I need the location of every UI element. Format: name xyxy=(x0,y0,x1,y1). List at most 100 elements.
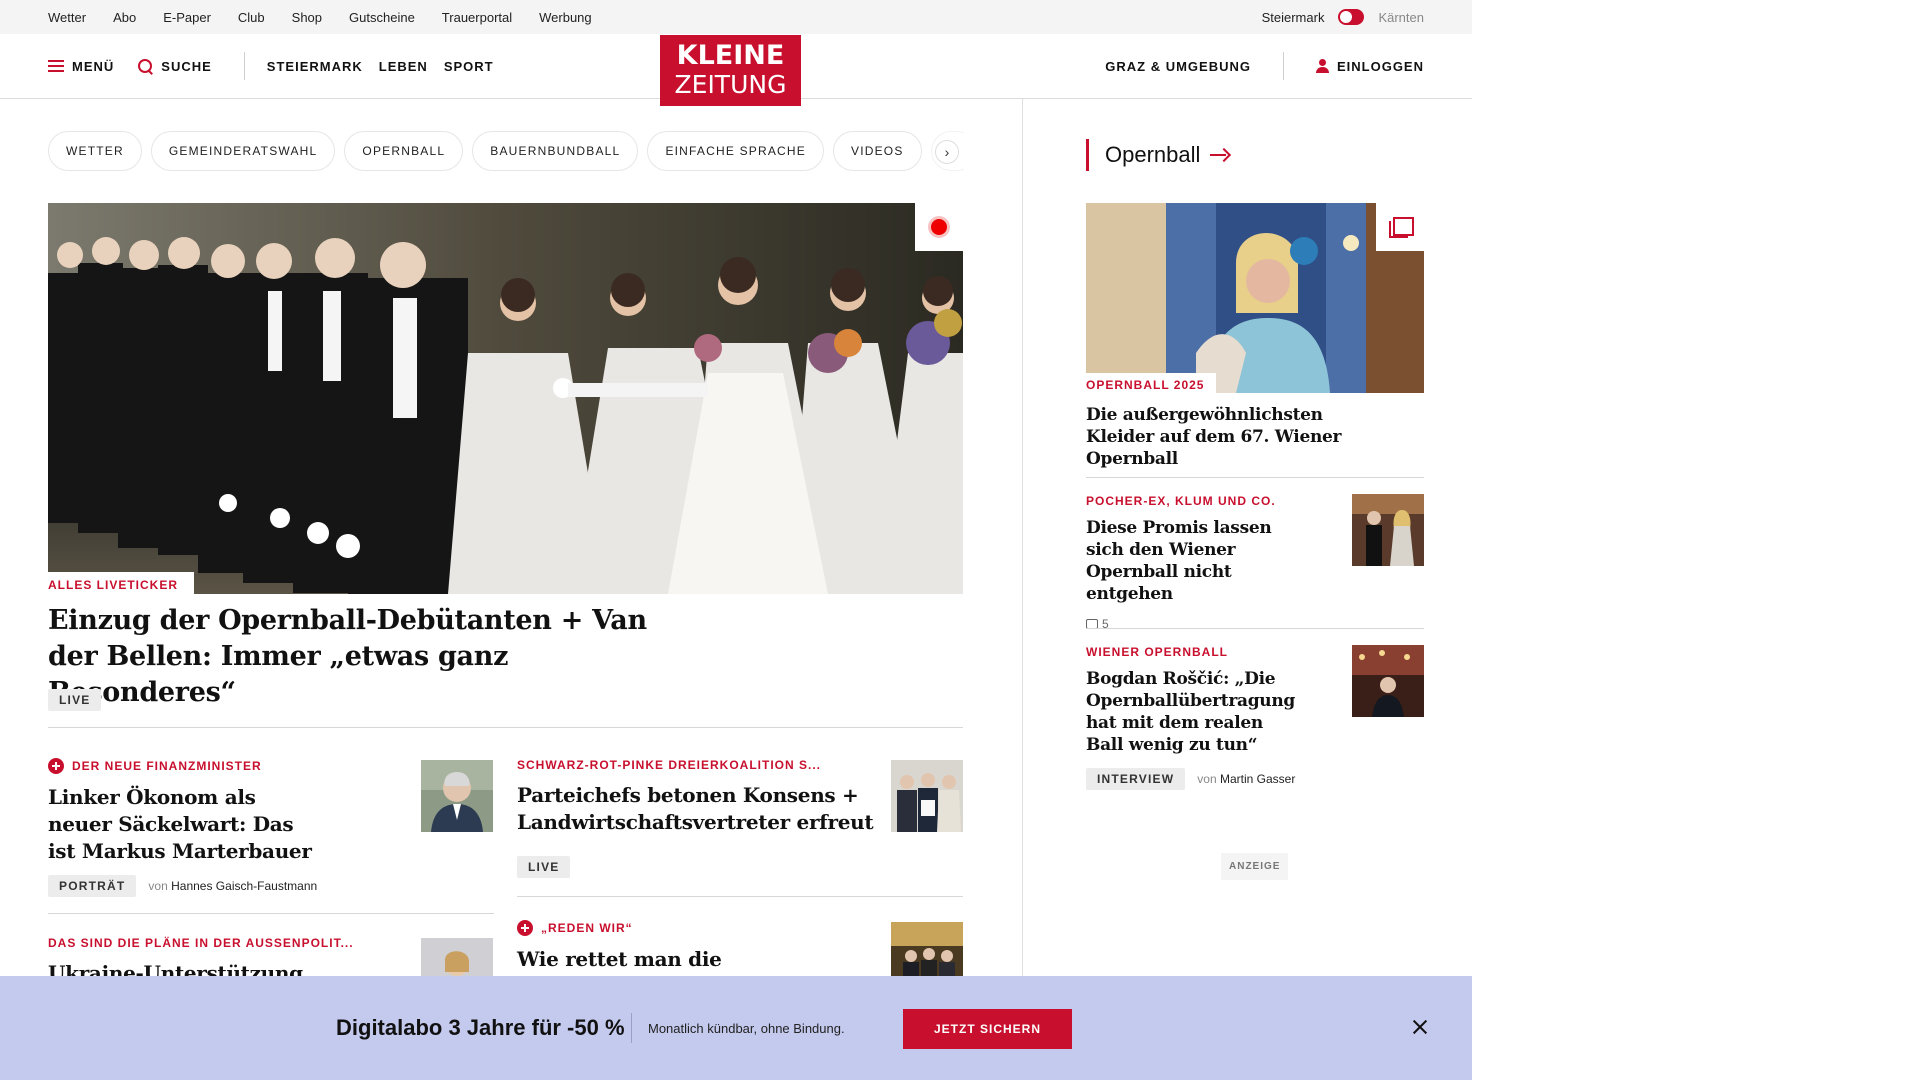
author-name[interactable]: Hannes Gaisch-Faustmann xyxy=(171,879,317,893)
teaser-meta: PORTRÄT von Hannes Gaisch-Faustmann xyxy=(48,875,388,897)
main-header: MENÜ SUCHE STEIERMARK LEBEN SPORT KLEINE… xyxy=(0,34,1472,106)
sidebar-title-text: Opernball xyxy=(1105,142,1201,167)
teaser-kicker-text: SCHWARZ-ROT-PINKE DREIERKOALITION S... xyxy=(517,758,822,772)
header-divider-right xyxy=(1282,52,1284,80)
teaser-thumbnail[interactable] xyxy=(421,760,493,832)
topic-chips: WETTER GEMEINDERATSWAHL OPERNBALL BAUERN… xyxy=(48,131,964,171)
hero-live-tag: LIVE xyxy=(48,689,102,711)
chip-opernball[interactable]: OPERNBALL xyxy=(344,131,464,171)
banner-headline: Digitalabo 3 Jahre für -50 % xyxy=(336,1015,625,1040)
region-switch: Steiermark Kärnten xyxy=(1262,0,1424,34)
header-left: MENÜ SUCHE STEIERMARK LEBEN SPORT xyxy=(48,34,510,98)
utility-link-werbung[interactable]: Werbung xyxy=(539,10,592,25)
teaser-kicker: DER NEUE FINANZMINISTER xyxy=(48,758,388,774)
teaser-thumbnail[interactable] xyxy=(891,760,963,832)
teaser-kicker-text: DAS SIND DIE PLÄNE IN DER AUSSENPOLIT... xyxy=(48,936,354,950)
plus-icon xyxy=(48,758,64,774)
chip-videos[interactable]: VIDEOS xyxy=(833,131,922,171)
region-steiermark[interactable]: Steiermark xyxy=(1262,10,1325,25)
region-link-graz[interactable]: GRAZ & UMGEBUNG xyxy=(1105,59,1251,74)
logo-line-2: ZEITUNG xyxy=(674,70,787,99)
sidebar-item-thumbnail[interactable] xyxy=(1352,645,1424,717)
sidebar-item-title[interactable]: Bogdan Roščić: „Die Opernballübertragung… xyxy=(1086,668,1296,756)
nav-sport[interactable]: SPORT xyxy=(444,59,494,74)
hero-kicker: ALLES LIVETICKER xyxy=(48,572,195,596)
menu-label: MENÜ xyxy=(72,58,115,74)
arrow-right-icon xyxy=(1210,148,1230,162)
live-dot-icon xyxy=(931,219,947,235)
close-icon[interactable] xyxy=(1411,1018,1429,1036)
chip-wetter[interactable]: WETTER xyxy=(48,131,142,171)
sidebar-divider xyxy=(1086,628,1424,629)
hero-image[interactable] xyxy=(48,203,963,594)
sidebar-item-thumbnail[interactable] xyxy=(1352,494,1424,566)
thumbnail-photo xyxy=(1352,645,1424,717)
sidebar-item-meta: INTERVIEW von Martin Gasser xyxy=(1086,768,1306,790)
sidebar-item-kicker-text: POCHER-EX, KLUM UND CO. xyxy=(1086,494,1276,508)
utility-link-gutscheine[interactable]: Gutscheine xyxy=(349,10,415,25)
plus-icon xyxy=(517,920,533,936)
banner-cta-button[interactable]: JETZT SICHERN xyxy=(903,1009,1072,1049)
author-name[interactable]: Martin Gasser xyxy=(1220,772,1295,786)
sidebar-item-title[interactable]: Diese Promis lassen sich den Wiener Oper… xyxy=(1086,517,1306,605)
gallery-icon xyxy=(1389,217,1414,238)
sidebar-item-kicker: WIENER OPERNBALL xyxy=(1086,645,1306,659)
nav-leben[interactable]: LEBEN xyxy=(379,59,428,74)
teaser-title[interactable]: Wie rettet man die xyxy=(517,946,857,973)
subscription-banner: Digitalabo 3 Jahre für -50 % Monatlich k… xyxy=(0,976,1472,1080)
region-toggle[interactable] xyxy=(1338,9,1365,25)
utility-bar: Wetter Abo E-Paper Club Shop Gutscheine … xyxy=(0,0,1472,34)
search-button[interactable]: SUCHE xyxy=(138,58,212,74)
sidebar-lead-title[interactable]: Die außergewöhnlichsten Kleider auf dem … xyxy=(1086,404,1386,470)
header-divider xyxy=(243,52,245,80)
teaser-title[interactable]: Parteichefs betonen Konsens + Landwirtsc… xyxy=(517,782,877,836)
utility-link-wetter[interactable]: Wetter xyxy=(48,10,86,25)
teaser-divider xyxy=(48,913,494,914)
page: Wetter Abo E-Paper Club Shop Gutscheine … xyxy=(0,0,1472,1080)
thumbnail-photo xyxy=(1352,494,1424,566)
sidebar-lead-image[interactable] xyxy=(1086,203,1424,393)
header-right: GRAZ & UMGEBUNG EINLOGGEN xyxy=(1105,34,1424,98)
search-label: SUCHE xyxy=(161,58,212,74)
sidebar-section-title[interactable]: Opernball xyxy=(1086,139,1230,171)
teaser-title[interactable]: Linker Ökonom als neuer Säckelwart: Das … xyxy=(48,784,318,865)
hero-photo xyxy=(48,203,963,594)
teaser-kicker: „REDEN WIR“ xyxy=(517,920,877,936)
utility-link-shop[interactable]: Shop xyxy=(292,10,322,25)
sidebar-item-kicker: POCHER-EX, KLUM UND CO. xyxy=(1086,494,1306,508)
gallery-badge xyxy=(1376,203,1424,251)
utility-link-club[interactable]: Club xyxy=(238,10,265,25)
thumbnail-photo xyxy=(421,760,493,832)
menu-button[interactable]: MENÜ xyxy=(48,59,114,74)
live-badge xyxy=(915,203,963,251)
teaser-kicker: DAS SIND DIE PLÄNE IN DER AUSSENPOLIT... xyxy=(48,936,388,950)
utility-links: Wetter Abo E-Paper Club Shop Gutscheine … xyxy=(48,0,619,34)
site-logo[interactable]: KLEINE ZEITUNG xyxy=(660,35,801,106)
chips-next-button[interactable]: › xyxy=(935,140,959,164)
portrait-tag: PORTRÄT xyxy=(48,875,137,897)
chip-bauernbundball[interactable]: BAUERNBUNDBALL xyxy=(472,131,639,171)
teaser-finanzminister[interactable]: DER NEUE FINANZMINISTER Linker Ökonom al… xyxy=(48,758,388,897)
nav-steiermark[interactable]: STEIERMARK xyxy=(267,59,363,74)
author-line: von Hannes Gaisch-Faustmann xyxy=(148,879,317,893)
chevron-right-icon: › xyxy=(944,144,950,160)
chip-einfache-sprache[interactable]: EINFACHE SPRACHE xyxy=(647,131,824,171)
utility-link-epaper[interactable]: E-Paper xyxy=(163,10,211,25)
login-button[interactable]: EINLOGGEN xyxy=(1315,58,1424,74)
search-icon xyxy=(138,58,153,74)
sidebar-item-kicker-text: WIENER OPERNBALL xyxy=(1086,645,1228,659)
hamburger-icon xyxy=(48,60,64,72)
teaser-reden-wir[interactable]: „REDEN WIR“ Wie rettet man die xyxy=(517,920,877,973)
chip-gemeinderatswahl[interactable]: GEMEINDERATSWAHL xyxy=(150,131,336,171)
sidebar-item-roscic[interactable]: WIENER OPERNBALL Bogdan Roščić: „Die Ope… xyxy=(1086,645,1306,790)
utility-link-abo[interactable]: Abo xyxy=(113,10,136,25)
sidebar-lead-kicker: OPERNBALL 2025 xyxy=(1086,373,1217,395)
sidebar-item-promis[interactable]: POCHER-EX, KLUM UND CO. Diese Promis las… xyxy=(1086,494,1306,631)
hero-headline[interactable]: Einzug der Opernball-Debütanten + Van de… xyxy=(48,603,688,711)
teaser-dreierkoalition[interactable]: SCHWARZ-ROT-PINKE DREIERKOALITION S... P… xyxy=(517,758,897,878)
ad-label: ANZEIGE xyxy=(1221,853,1289,880)
utility-link-trauerportal[interactable]: Trauerportal xyxy=(442,10,512,25)
region-kaernten[interactable]: Kärnten xyxy=(1378,10,1424,25)
login-label: EINLOGGEN xyxy=(1336,58,1424,74)
column-divider xyxy=(1022,99,1023,1080)
